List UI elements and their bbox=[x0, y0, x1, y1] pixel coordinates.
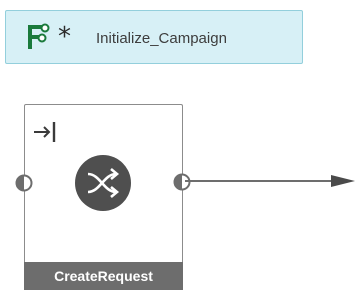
start-event-label: Initialize_Campaign bbox=[96, 30, 227, 47]
activity-label: CreateRequest bbox=[24, 262, 183, 290]
input-port-icon[interactable] bbox=[14, 173, 34, 193]
sequence-flow-connector[interactable] bbox=[185, 171, 357, 191]
flow-start-icon: * bbox=[28, 23, 71, 52]
entry-arrow-icon bbox=[34, 122, 56, 142]
start-event-node[interactable]: * Initialize_Campaign bbox=[5, 10, 303, 64]
shuffle-icon bbox=[75, 155, 131, 211]
start-event-marker: * bbox=[58, 23, 71, 52]
